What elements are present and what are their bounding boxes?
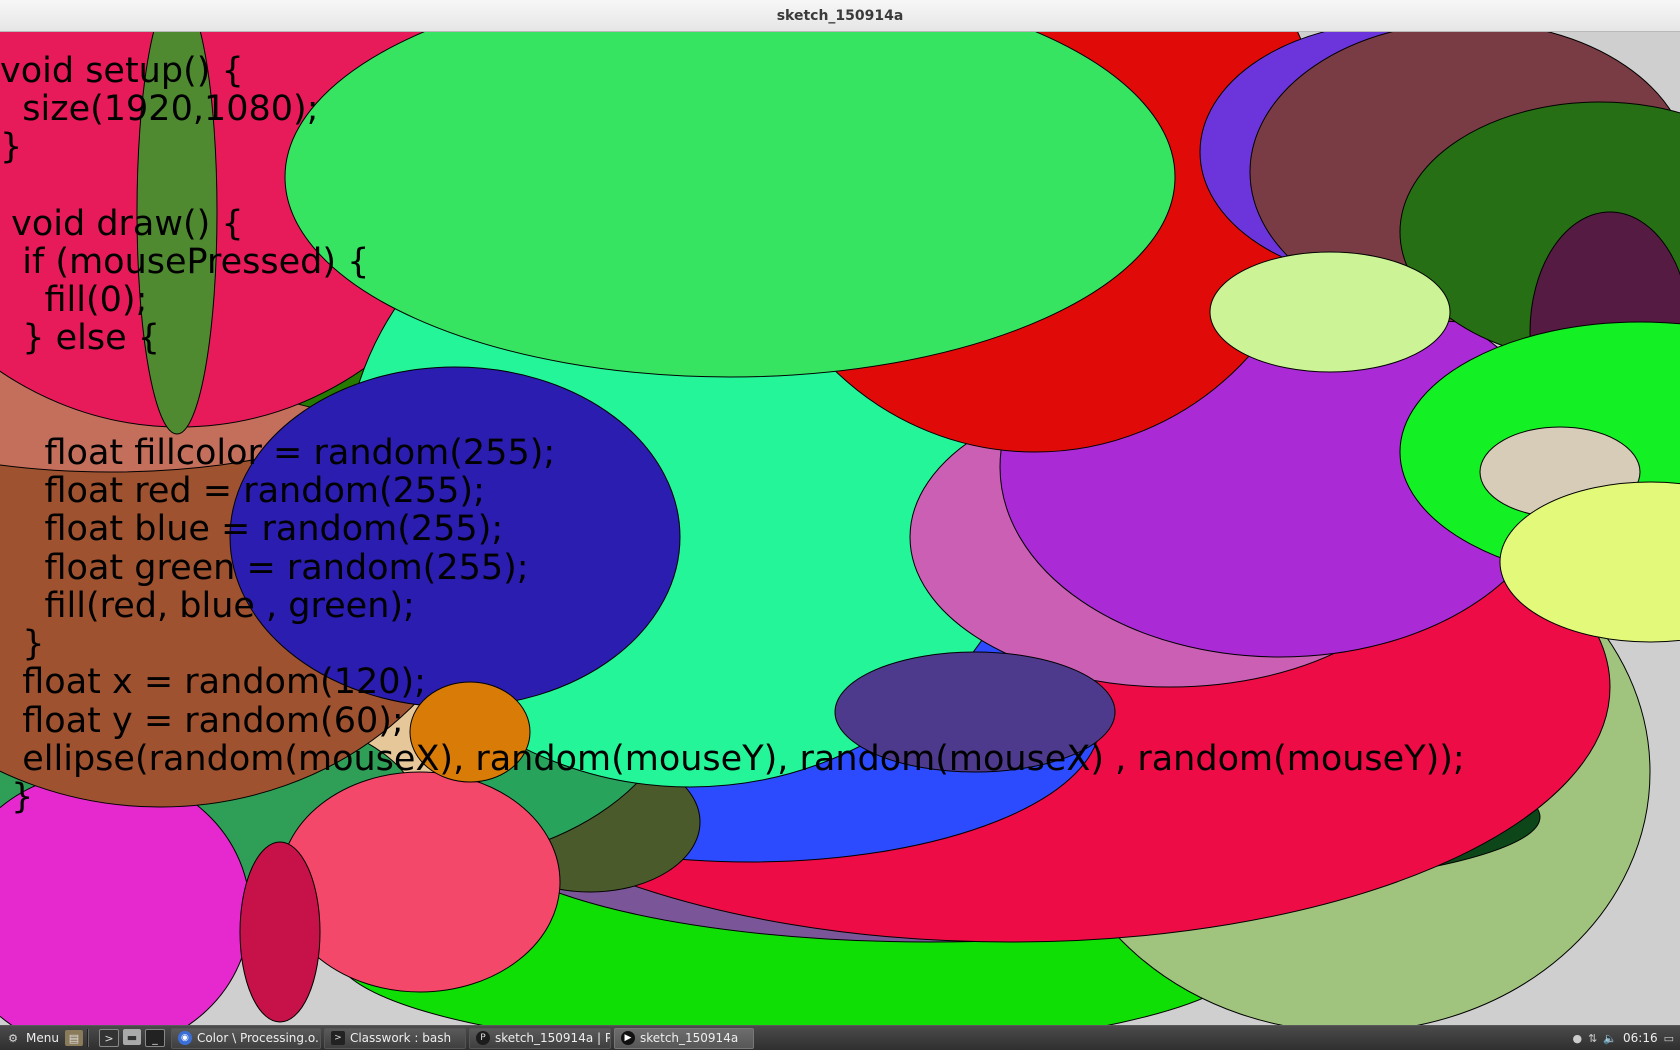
sketch-ellipse <box>834 651 1116 773</box>
terminal-icon: > <box>330 1031 345 1045</box>
console-launcher-icon[interactable]: _ <box>144 1029 165 1047</box>
quick-launch: > ▬ _ <box>93 1029 171 1047</box>
sketch-canvas-area[interactable] <box>0 32 1680 1025</box>
window-title: sketch_150914a <box>776 7 904 24</box>
sketch-canvas[interactable] <box>0 32 1680 1025</box>
sketch-ellipse <box>239 841 321 1023</box>
gear-icon: ⚙ <box>8 1031 18 1045</box>
menu-button[interactable]: ⚙ Menu <box>0 1026 65 1050</box>
network-icon[interactable]: ⇅ <box>1588 1032 1597 1045</box>
taskbar: ⚙ Menu ▤ > ▬ _ ◉ Color \ Processing.o... >… <box>0 1025 1680 1050</box>
system-tray: ● ⇅ 🔈 06:16 ▭ <box>1572 1031 1680 1045</box>
taskbar-task[interactable]: ▶ sketch_150914a <box>613 1027 754 1049</box>
sketch-icon: ▶ <box>620 1031 635 1045</box>
taskbar-task-label: Color \ Processing.o... <box>196 1031 321 1045</box>
folder-launcher-icon[interactable]: ▬ <box>122 1029 141 1045</box>
taskbar-task-label: Classwork : bash <box>349 1031 452 1045</box>
browser-icon: ◉ <box>177 1031 192 1045</box>
taskbar-task-label: sketch_150914a | P... <box>494 1031 611 1045</box>
places-icon[interactable]: ▤ <box>64 1030 83 1046</box>
menu-label: Menu <box>26 1031 59 1045</box>
sketch-ellipse <box>279 771 561 993</box>
user-icon[interactable]: ● <box>1572 1032 1582 1045</box>
sketch-ellipse <box>229 366 681 708</box>
taskbar-task[interactable]: > Classwork : bash <box>323 1027 466 1049</box>
processing-icon: P <box>475 1031 490 1045</box>
task-list: ◉ Color \ Processing.o... > Classwork : bas… <box>170 1027 757 1049</box>
separator <box>86 1029 89 1047</box>
sketch-ellipse <box>1209 251 1451 373</box>
taskbar-task[interactable]: Psketch_150914a | P... <box>468 1027 611 1049</box>
window-titlebar[interactable]: sketch_150914a <box>0 0 1680 32</box>
taskbar-task-label: sketch_150914a <box>639 1031 739 1045</box>
clock[interactable]: 06:16 <box>1623 1031 1658 1045</box>
show-desktop-icon[interactable]: ▭ <box>1664 1032 1674 1045</box>
terminal-launcher-icon[interactable]: > <box>98 1029 119 1047</box>
volume-icon[interactable]: 🔈 <box>1603 1032 1617 1045</box>
sketch-ellipse <box>409 681 531 783</box>
taskbar-task[interactable]: ◉ Color \ Processing.o... <box>170 1027 321 1049</box>
